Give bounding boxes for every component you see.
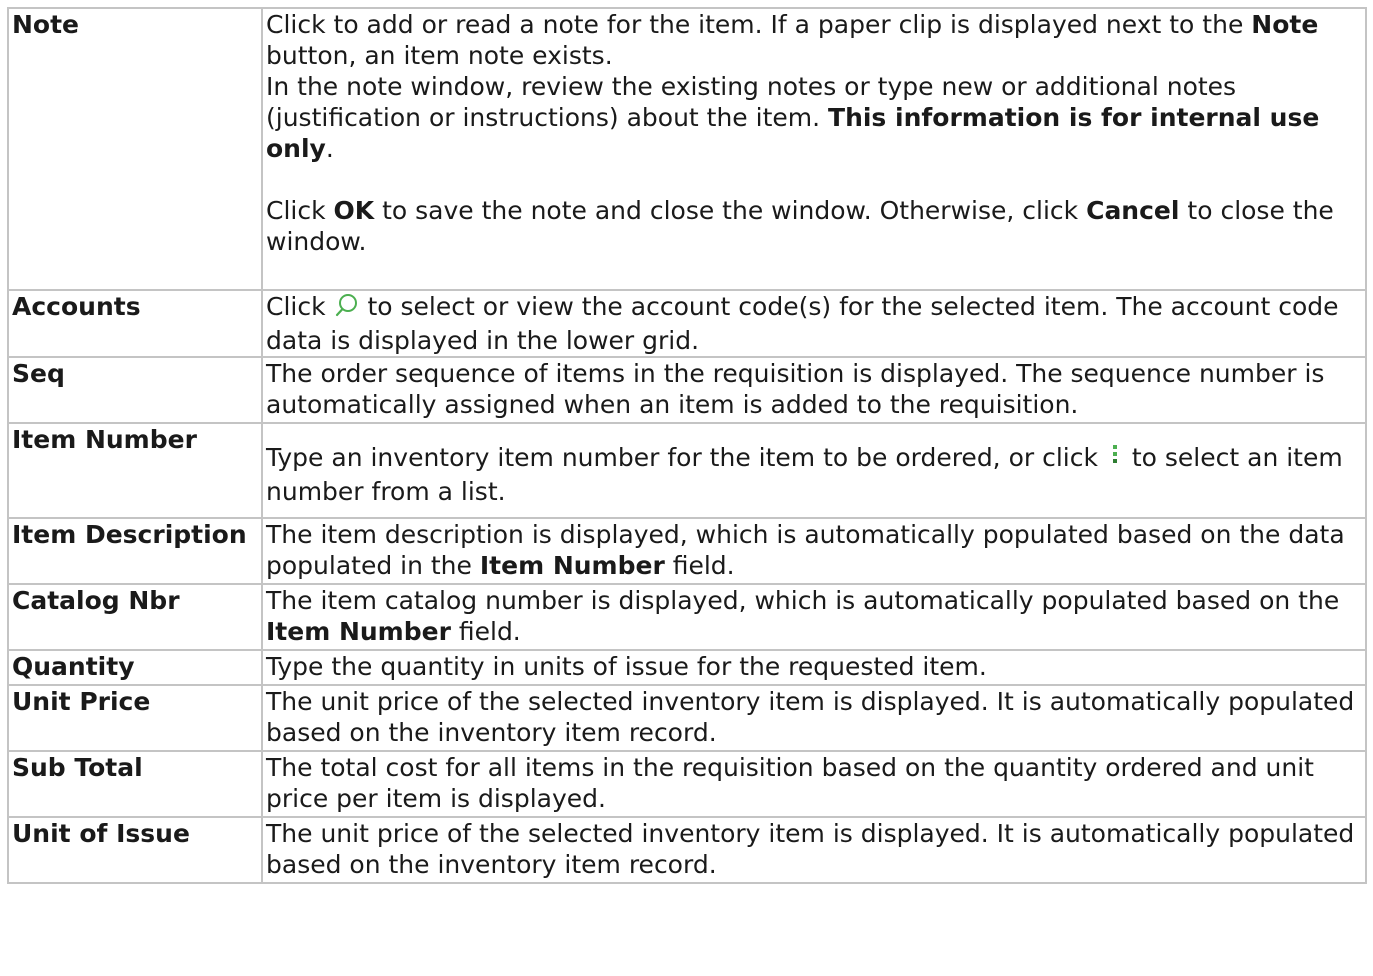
description-paragraph: Click OK to save the note and close the …	[266, 196, 1334, 256]
field-description-catalog-nbr: The item catalog number is displayed, wh…	[261, 583, 1367, 651]
field-name-unit-of-issue: Unit of Issue	[7, 816, 263, 884]
vertical-ellipsis-icon	[1106, 443, 1124, 476]
field-description-item-description: The item description is displayed, which…	[261, 517, 1367, 585]
field-description-unit-price: The unit price of the selected inventory…	[261, 684, 1367, 752]
table-row: Catalog Nbr The item catalog number is d…	[7, 583, 1367, 651]
field-name-quantity: Quantity	[7, 649, 263, 686]
field-name-catalog-nbr: Catalog Nbr	[7, 583, 263, 651]
field-name-accounts: Accounts	[7, 289, 263, 358]
field-name-unit-price: Unit Price	[7, 684, 263, 752]
table-row: Item Description The item description is…	[7, 517, 1367, 585]
field-name-sub-total: Sub Total	[7, 750, 263, 818]
field-name-note: Note	[7, 7, 263, 291]
field-description-seq: The order sequence of items in the requi…	[261, 356, 1367, 424]
table-row: Unit Price The unit price of the selecte…	[7, 684, 1367, 752]
field-name-item-description: Item Description	[7, 517, 263, 585]
field-description-table: Note Click to add or read a note for the…	[7, 7, 1367, 884]
field-description-sub-total: The total cost for all items in the requ…	[261, 750, 1367, 818]
field-description-accounts: Click to select or view the account code…	[261, 289, 1367, 358]
table-row: Seq The order sequence of items in the r…	[7, 356, 1367, 424]
description-paragraph: Click to add or read a note for the item…	[266, 10, 1319, 70]
field-name-seq: Seq	[7, 356, 263, 424]
table-row: Quantity Type the quantity in units of i…	[7, 649, 1367, 686]
table-row: Unit of Issue The unit price of the sele…	[7, 816, 1367, 884]
field-description-quantity: Type the quantity in units of issue for …	[261, 649, 1367, 686]
field-description-item-number: Type an inventory item number for the it…	[261, 422, 1367, 519]
search-icon	[334, 292, 360, 325]
table-row: Accounts Click to select or view the acc…	[7, 289, 1367, 358]
description-paragraph: In the note window, review the existing …	[266, 72, 1320, 163]
field-name-item-number: Item Number	[7, 422, 263, 519]
table-row: Note Click to add or read a note for the…	[7, 7, 1367, 291]
table-row: Item Number Type an inventory item numbe…	[7, 422, 1367, 519]
field-description-note: Click to add or read a note for the item…	[261, 7, 1367, 291]
table-row: Sub Total The total cost for all items i…	[7, 750, 1367, 818]
field-description-unit-of-issue: The unit price of the selected inventory…	[261, 816, 1367, 884]
